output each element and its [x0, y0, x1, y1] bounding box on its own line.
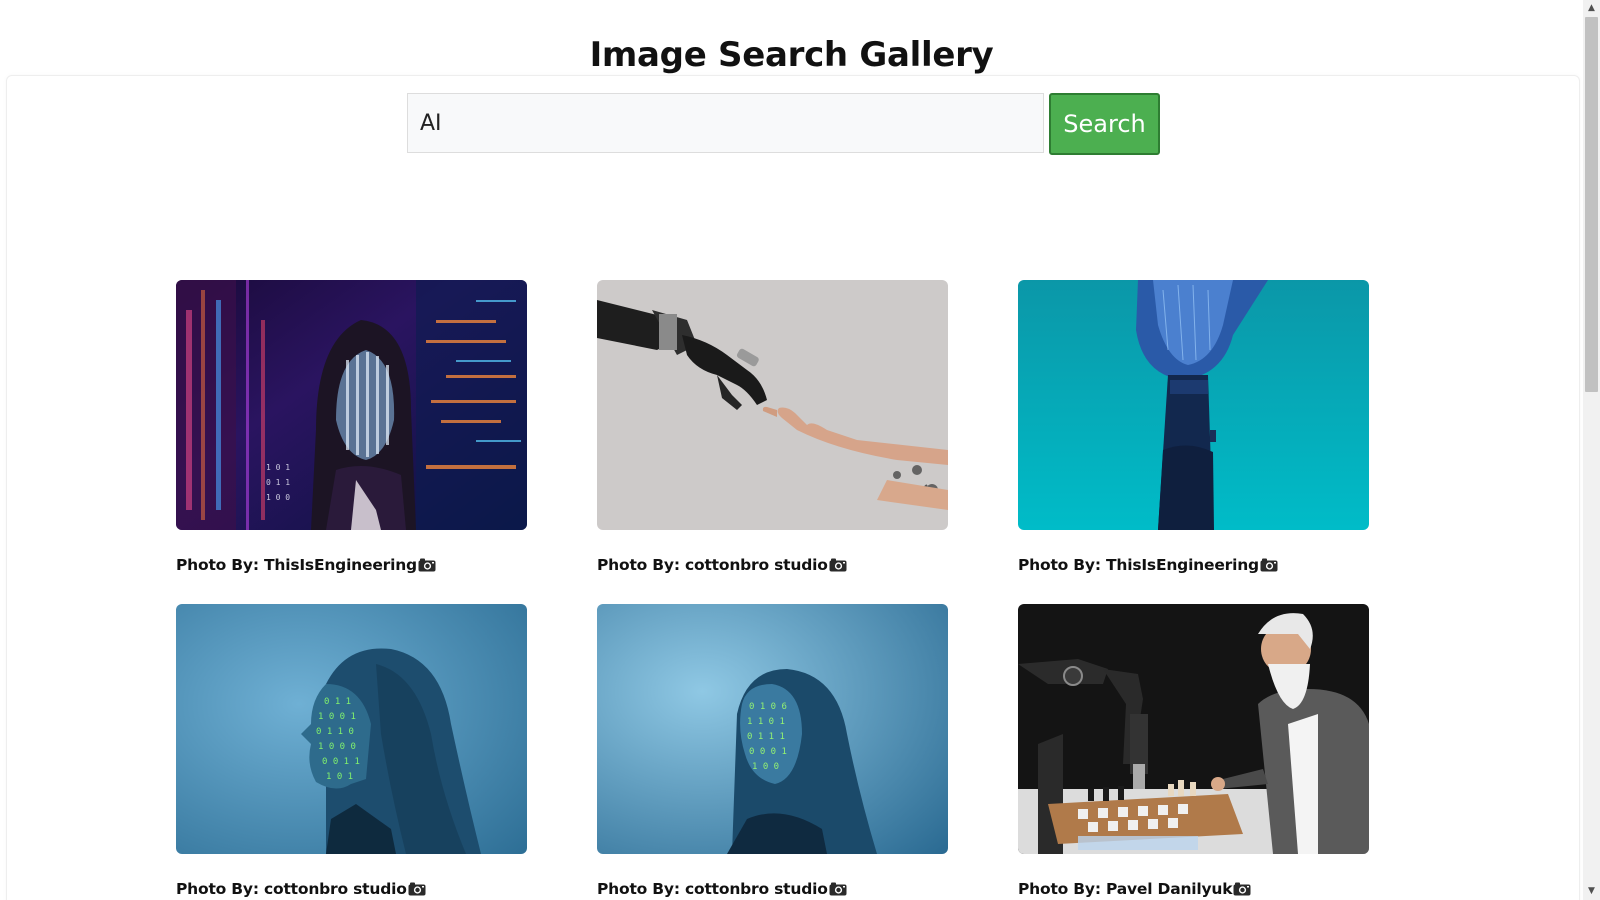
svg-text:1 1 0 1: 1 1 0 1 [747, 717, 785, 727]
gallery-image-woman-binary-blue[interactable]: 0 1 0 6 1 1 0 1 0 1 1 1 0 0 0 1 1 0 0 [597, 604, 948, 854]
svg-text:0 0 1 1: 0 0 1 1 [322, 757, 360, 767]
scroll-down-arrow-icon[interactable]: ▼ [1583, 883, 1600, 900]
photo-credit: Photo By: Pavel Danilyuk [1018, 880, 1369, 900]
scrollbar-thumb[interactable] [1585, 17, 1598, 392]
svg-text:1 0 0: 1 0 0 [752, 762, 779, 772]
gallery-card: Photo By: Pavel Danilyuk [1018, 604, 1369, 900]
scroll-up-arrow-icon[interactable]: ▲ [1583, 0, 1600, 17]
vertical-scrollbar[interactable]: ▲ ▼ [1583, 0, 1600, 900]
gallery-card: Photo By: cottonbro studio [597, 280, 948, 576]
gallery-card: 1 0 1 0 1 1 1 0 0 Photo By: ThisIsEngine… [176, 280, 527, 576]
svg-text:1 0 1: 1 0 1 [266, 463, 290, 472]
photo-credit: Photo By: cottonbro studio [597, 880, 948, 900]
page-title: Image Search Gallery [589, 34, 994, 75]
camera-icon [418, 558, 436, 576]
photo-credit-text: Photo By: Pavel Danilyuk [1018, 880, 1233, 898]
camera-icon [829, 558, 847, 576]
search-input[interactable] [407, 93, 1044, 153]
photo-credit-text: Photo By: cottonbro studio [597, 880, 828, 898]
photo-credit: Photo By: cottonbro studio [176, 880, 527, 900]
svg-text:0 0 0 1: 0 0 0 1 [749, 747, 787, 757]
camera-icon [829, 882, 847, 900]
svg-text:0 1 1 0: 0 1 1 0 [316, 727, 354, 737]
gallery-image-chess-robot-arm[interactable] [1018, 604, 1369, 854]
photo-credit: Photo By: ThisIsEngineering [176, 556, 527, 576]
svg-text:1 0 0 1: 1 0 0 1 [318, 712, 356, 722]
app-page: Image Search Gallery Search [0, 0, 1600, 900]
photo-credit: Photo By: ThisIsEngineering [1018, 556, 1369, 576]
camera-icon [1260, 558, 1278, 576]
svg-text:1 0 1: 1 0 1 [326, 772, 353, 782]
photo-credit-text: Photo By: cottonbro studio [597, 556, 828, 574]
gallery-image-woman-profile-binary[interactable]: 0 1 1 1 0 0 1 0 1 1 0 1 0 0 0 0 0 1 1 1 … [176, 604, 527, 854]
gallery-image-woman-code-projection[interactable]: 1 0 1 0 1 1 1 0 0 [176, 280, 527, 530]
svg-text:0 1 0 6: 0 1 0 6 [749, 702, 787, 712]
svg-text:0 1 1: 0 1 1 [324, 697, 351, 707]
gallery-card: Photo By: ThisIsEngineering [1018, 280, 1369, 576]
gallery-card: 0 1 1 1 0 0 1 0 1 1 0 1 0 0 0 0 0 1 1 1 … [176, 604, 527, 900]
svg-text:1 0 0: 1 0 0 [266, 493, 290, 502]
photo-credit-text: Photo By: ThisIsEngineering [1018, 556, 1259, 574]
photo-credit: Photo By: cottonbro studio [597, 556, 948, 576]
camera-icon [408, 882, 426, 900]
photo-credit-text: Photo By: ThisIsEngineering [176, 556, 417, 574]
camera-icon [1233, 882, 1251, 900]
photo-credit-text: Photo By: cottonbro studio [176, 880, 407, 898]
gallery-image-blue-robotic-hand[interactable] [1018, 280, 1369, 530]
search-button[interactable]: Search [1049, 93, 1160, 155]
svg-text:1 0 0 0: 1 0 0 0 [318, 742, 356, 752]
gallery-card: 0 1 0 6 1 1 0 1 0 1 1 1 0 0 0 1 1 0 0 Ph… [597, 604, 948, 900]
gallery-image-robot-human-hands[interactable] [597, 280, 948, 530]
svg-text:0 1 1 1: 0 1 1 1 [747, 732, 785, 742]
svg-text:0 1 1: 0 1 1 [266, 478, 290, 487]
